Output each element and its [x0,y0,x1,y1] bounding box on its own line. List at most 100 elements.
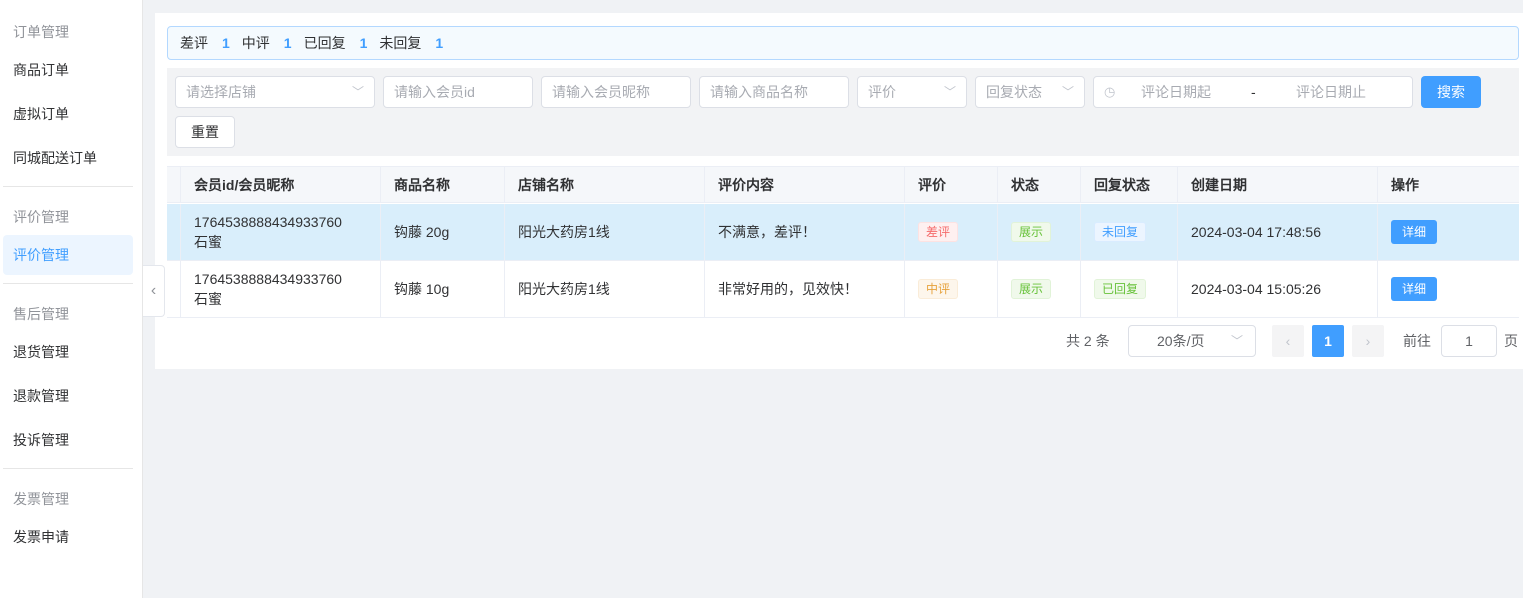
chevron-left-icon: ‹ [150,282,157,299]
table-row[interactable]: 1764538888434933760 石蜜 钩藤 10g 阳光大药房1线 非常… [167,261,1519,318]
sidebar-divider [3,283,133,284]
chevron-down-icon: ﹀ [1061,85,1074,99]
chevron-right-icon: › [1365,333,1371,349]
clock-icon: ◷ [1104,84,1116,99]
reply-status-select[interactable]: 回复状态 ﹀ [975,76,1085,108]
search-button[interactable]: 搜索 [1421,76,1481,108]
unreplied-count: 1 [435,35,444,51]
member-id-input[interactable]: 请输入会员id [383,76,533,108]
reply-status-cell: 未回复 [1081,204,1178,260]
member-nickname: 石蜜 [194,291,222,307]
rating-tag: 中评 [918,279,959,299]
unreplied-label: 未回复 [379,35,422,51]
replied-label: 已回复 [303,35,346,51]
date-end-input[interactable]: 评论日期止 [1296,77,1366,107]
date-range-picker[interactable]: ◷ 评论日期起 - 评论日期止 [1093,76,1413,108]
chevron-down-icon: ﹀ [943,85,956,99]
reset-button[interactable]: 重置 [175,116,235,148]
rating-select-placeholder: 评价 [868,84,896,100]
status-cell: 展示 [998,261,1081,317]
table-header: 会员id/会员昵称 商品名称 店铺名称 评价内容 评价 状态 回复状态 创建日期… [167,167,1519,203]
header-store: 店铺名称 [505,167,705,202]
detail-button[interactable]: 详细 [1391,220,1438,244]
product-name-placeholder: 请输入商品名称 [710,84,808,100]
nickname-input[interactable]: 请输入会员昵称 [541,76,691,108]
sidebar-divider [3,186,133,187]
reply-status-tag: 已回复 [1094,279,1147,299]
reviews-table: 会员id/会员昵称 商品名称 店铺名称 评价内容 评价 状态 回复状态 创建日期… [167,166,1519,318]
actions-cell: 详细 [1378,204,1519,260]
sidebar-item-returns[interactable]: 退货管理 [3,332,133,372]
store-cell: 阳光大药房1线 [505,261,705,317]
member-nickname: 石蜜 [194,234,222,250]
sidebar: 订单管理 商品订单 虚拟订单 同城配送订单 评价管理 评价管理 售后管理 退货管… [0,0,143,598]
sidebar-item-complaints[interactable]: 投诉管理 [3,420,133,460]
review-summary-bar: 差评 1 中评 1 已回复 1 未回复 1 [167,26,1519,60]
reply-status-tag: 未回复 [1094,222,1147,242]
next-page-button[interactable]: › [1352,325,1384,357]
sidebar-group-invoices: 发票管理 [13,491,69,507]
mid-review-count: 1 [283,35,292,51]
sidebar-item-invoice-request[interactable]: 发票申请 [3,517,133,557]
member-cell: 1764538888434933760 石蜜 [181,261,381,317]
product-name-input[interactable]: 请输入商品名称 [699,76,849,108]
sidebar-group-reviews: 评价管理 [13,209,69,225]
header-rating: 评价 [905,167,998,202]
reply-status-cell: 已回复 [1081,261,1178,317]
member-id: 1764538888434933760 [194,271,342,287]
pagination-total: 共 2 条 [1066,333,1110,349]
member-cell: 1764538888434933760 石蜜 [181,204,381,260]
store-select[interactable]: 请选择店铺 ﹀ [175,76,375,108]
page-size-value: 20条/页 [1157,333,1205,349]
header-status: 状态 [998,167,1081,202]
reply-status-placeholder: 回复状态 [986,84,1042,100]
sidebar-item-virtual-orders[interactable]: 虚拟订单 [3,94,133,134]
date-start-input[interactable]: 评论日期起 [1141,77,1211,107]
sidebar-group-after-sales: 售后管理 [13,306,69,322]
sidebar-item-review-management[interactable]: 评价管理 [3,235,133,275]
header-member: 会员id/会员昵称 [181,167,381,202]
sidebar-item-product-orders[interactable]: 商品订单 [3,50,133,90]
chevron-down-icon: ﹀ [351,85,364,99]
created-cell: 2024-03-04 17:48:56 [1178,204,1378,260]
header-actions: 操作 [1391,176,1419,193]
replied-count: 1 [359,35,368,51]
page-size-select[interactable]: 20条/页 ﹀ [1128,325,1256,357]
table-row[interactable]: 1764538888434933760 石蜜 钩藤 20g 阳光大药房1线 不满… [167,204,1519,261]
store-cell: 阳光大药房1线 [505,204,705,260]
date-range-separator: - [1251,84,1256,100]
store-select-placeholder: 请选择店铺 [186,84,256,100]
goto-label: 前往 [1403,333,1431,349]
sidebar-item-local-delivery-orders[interactable]: 同城配送订单 [3,138,133,178]
page-number-current[interactable]: 1 [1312,325,1344,357]
sidebar-group-orders: 订单管理 [13,24,69,40]
product-cell: 钩藤 20g [381,204,505,260]
goto-page-input[interactable]: 1 [1441,325,1497,357]
rating-select[interactable]: 评价 ﹀ [857,76,967,108]
prev-page-button[interactable]: ‹ [1272,325,1304,357]
row-spacer [167,261,181,317]
chevron-down-icon: ﹀ [1230,334,1243,348]
nickname-placeholder: 请输入会员昵称 [552,84,650,100]
header-product: 商品名称 [381,167,505,202]
rating-cell: 中评 [905,261,998,317]
header-reply-status: 回复状态 [1081,167,1178,202]
member-id: 1764538888434933760 [194,214,342,230]
sidebar-collapse-button[interactable]: ‹ [143,265,165,317]
content-cell: 非常好用的，见效快！ [705,261,905,317]
rating-tag: 差评 [918,222,959,242]
bad-review-label: 差评 [180,35,208,51]
created-cell: 2024-03-04 15:05:26 [1178,261,1378,317]
mid-review-label: 中评 [241,35,270,51]
status-tag: 展示 [1011,222,1052,242]
header-created: 创建日期 [1178,167,1378,202]
member-id-placeholder: 请输入会员id [394,84,475,100]
header-content: 评价内容 [705,167,905,202]
product-cell: 钩藤 10g [381,261,505,317]
chevron-left-icon: ‹ [1285,333,1291,349]
sidebar-item-refunds[interactable]: 退款管理 [3,376,133,416]
row-spacer [167,204,181,260]
bad-review-count: 1 [222,35,230,51]
status-cell: 展示 [998,204,1081,260]
detail-button[interactable]: 详细 [1391,277,1438,301]
